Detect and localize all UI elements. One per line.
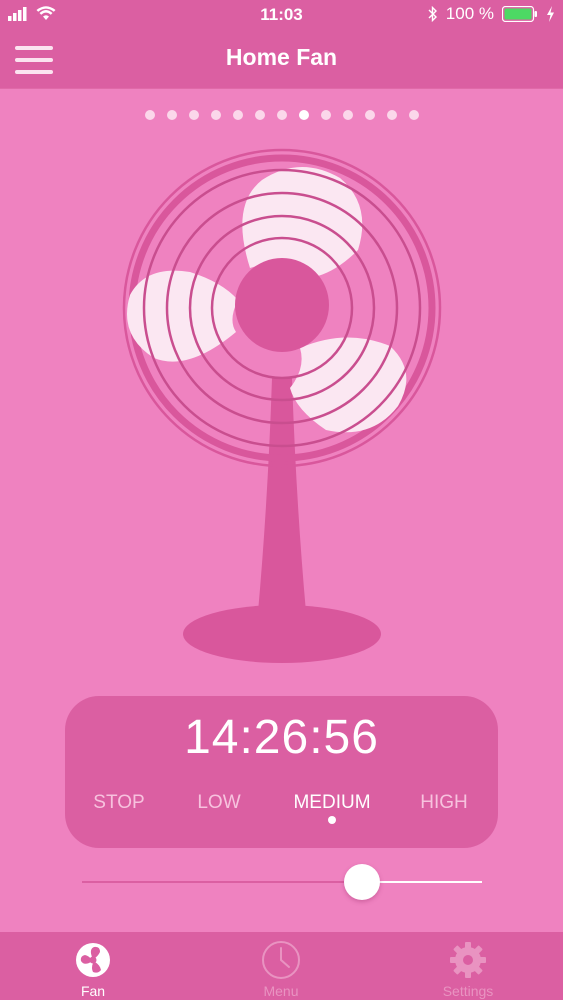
bluetooth-icon [428,6,437,22]
selected-indicator [328,816,336,824]
fan-icon [76,943,110,977]
timer-card: 14:26:56 STOP LOW MEDIUM HIGH [65,696,498,848]
speed-selector: STOP LOW MEDIUM HIGH [65,792,498,832]
page-dot[interactable] [386,110,397,120]
tab-fan[interactable]: Fan [33,932,153,1000]
page-dot[interactable] [188,110,199,120]
tab-label: Settings [442,983,494,999]
page-dot[interactable] [298,110,309,120]
battery-icon [502,6,537,22]
slider-thumb[interactable] [344,864,380,900]
fan-hub [235,258,329,352]
page-dot[interactable] [144,110,155,120]
speed-option-low[interactable]: LOW [169,792,269,814]
clock-icon [262,941,300,979]
timer-display: 14:26:56 [184,711,379,764]
tab-label: Fan [80,983,106,999]
page-dot[interactable] [210,110,221,120]
page-dot[interactable] [364,110,375,120]
nav-bar: Home Fan [0,30,563,89]
page-dot[interactable] [276,110,287,120]
status-right: 100 % [428,4,555,24]
page-dot[interactable] [232,110,243,120]
tab-settings[interactable]: Settings [408,932,528,1000]
slider-track-empty [362,881,482,883]
page-dot[interactable] [166,110,177,120]
page-dot[interactable] [342,110,353,120]
gear-icon [450,942,486,978]
page-indicator [0,110,563,122]
speed-option-medium[interactable]: MEDIUM [282,792,382,814]
tab-menu[interactable]: Menu [221,932,341,1000]
page-dot[interactable] [408,110,419,120]
speed-option-high[interactable]: HIGH [394,792,494,814]
speed-option-stop[interactable]: STOP [69,792,169,814]
page-dot[interactable] [320,110,331,120]
page-title: Home Fan [225,44,338,70]
slider-track-filled [82,881,362,883]
charging-icon [547,6,554,22]
speed-slider[interactable] [82,864,482,900]
fan-stand [258,378,306,612]
page-dot[interactable] [254,110,265,120]
fan-illustration [122,148,442,663]
battery-percent: 100 % [445,4,494,23]
status-bar: 11:03 100 % [0,0,563,30]
tab-label: Menu [263,983,299,999]
fan-base [183,605,381,663]
tab-bar: Fan Menu Settings [0,932,563,1000]
